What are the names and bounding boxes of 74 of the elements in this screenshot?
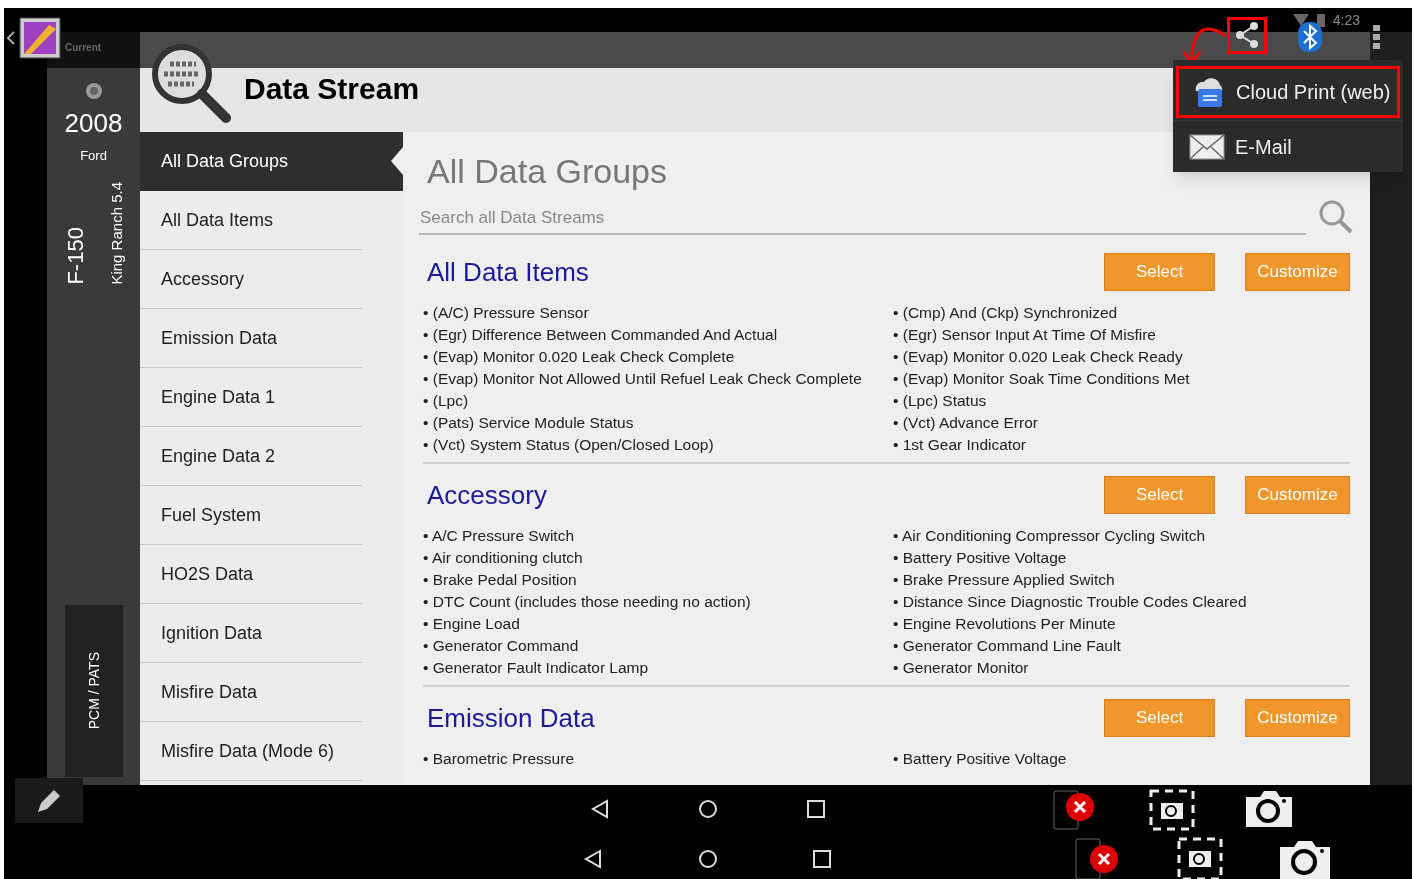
data-item: • (Cmp) And (Ckp) Synchronized (893, 302, 1119, 323)
home-icon[interactable] (698, 799, 718, 819)
picture-thumbnail-icon (19, 17, 61, 59)
data-item: • Brake Pedal Position (423, 569, 578, 590)
module-tab[interactable]: PCM / PATS (65, 605, 123, 777)
section-title: All Data Groups (427, 151, 668, 192)
nav-item[interactable]: Misfire Data (Mode 6) (140, 722, 362, 781)
overflow-menu-icon[interactable] (1372, 24, 1382, 50)
group-title: Emission Data (426, 701, 596, 735)
data-item: • (Lpc) (423, 390, 470, 411)
data-item: • Battery Positive Voltage (893, 547, 1068, 568)
data-item: • Generator Command Line Fault (893, 635, 1122, 656)
data-item: • (Evap) Monitor 0.020 Leak Check Complete (423, 346, 736, 367)
annotation-box (1227, 17, 1267, 54)
data-item: • Engine Revolutions Per Minute (893, 613, 1117, 634)
home-icon[interactable] (698, 849, 718, 869)
recents-icon[interactable] (807, 800, 825, 818)
screenshot-region-icon[interactable] (1149, 789, 1195, 831)
nav-item[interactable]: Emission Data (140, 309, 362, 368)
data-item: • (Pats) Service Module Status (423, 412, 635, 433)
nav-item[interactable]: Fuel System (140, 486, 362, 545)
data-item: • Air Conditioning Compressor Cycling Switch (893, 525, 1207, 546)
nav-item[interactable]: HO2S Data (140, 545, 362, 604)
badge-icon (84, 82, 103, 100)
data-item: • Brake Pressure Applied Switch (893, 569, 1116, 590)
data-item: • (Evap) Monitor Soak Time Conditions Met (893, 368, 1191, 389)
search-field[interactable]: Search all Data Streams (419, 205, 1306, 235)
pencil-button[interactable] (15, 778, 83, 823)
data-item: • Barometric Pressure (423, 748, 575, 769)
recents-icon[interactable] (813, 850, 831, 868)
back-chevron-icon (7, 31, 15, 45)
vehicle-model: F-150 (61, 225, 89, 285)
nav-item[interactable]: All Data Items (140, 191, 362, 250)
data-item: • A/C Pressure Switch (423, 525, 575, 546)
group-title: Accessory (426, 478, 548, 512)
data-item: • (Egr) Sensor Input At Time Of Misfire (893, 324, 1157, 345)
nav-item[interactable]: Engine Data 1 (140, 368, 362, 427)
group-title: All Data Items (426, 255, 590, 289)
vehicle-trim: King Ranch 5.4 (106, 181, 126, 285)
vehicle-year: 2008 (64, 110, 123, 136)
recent-app-label: Current (65, 40, 102, 55)
nav-item[interactable]: Ignition Data (140, 604, 362, 663)
data-item: • (A/C) Pressure Sensor (423, 302, 590, 323)
nav-item[interactable]: All Data Groups (140, 132, 403, 191)
screenshot-region-icon[interactable] (1177, 837, 1223, 879)
page-title: Data Stream (244, 71, 420, 107)
back-icon[interactable] (583, 849, 603, 869)
data-item: • 1st Gear Indicator (893, 434, 1027, 455)
data-item: • Distance Since Diagnostic Trouble Codes Cleared (893, 591, 1248, 612)
data-item: • (Vct) Advance Error (893, 412, 1039, 433)
data-item: • (Egr) Difference Between Commanded And Actual (423, 324, 779, 345)
data-item: • (Evap) Monitor 0.020 Leak Check Ready (893, 346, 1184, 367)
data-item: • DTC Count (includes those needing no action) (423, 591, 752, 612)
wifi-icon (1292, 14, 1309, 26)
data-item: • Generator Fault Indicator Lamp (423, 657, 650, 678)
nav-item[interactable]: Accessory (140, 250, 362, 309)
envelope-icon (1189, 133, 1225, 160)
vehicle-make: Ford (80, 147, 107, 165)
nav-item[interactable]: Engine Data 2 (140, 427, 362, 486)
share-menu-item[interactable]: Cloud Print (web) (1176, 66, 1400, 118)
data-item: • Air conditioning clutch (423, 547, 584, 568)
data-item: • (Evap) Monitor Not Allowed Until Refuel Leak Check Complete (423, 368, 863, 389)
data-item: • (Vct) System Status (Open/Closed Loop) (423, 434, 715, 455)
camera-icon[interactable] (1244, 789, 1294, 829)
data-item: • (Lpc) Status (893, 390, 988, 411)
clock-time: 4:23 (1332, 10, 1360, 30)
data-item: • Battery Positive Voltage (893, 748, 1068, 769)
back-icon[interactable] (590, 799, 610, 819)
nav-item[interactable]: Misfire Data (140, 663, 362, 722)
battery-icon (1316, 13, 1325, 27)
data-item: • Engine Load (423, 613, 521, 634)
data-item: • Generator Monitor (893, 657, 1030, 678)
data-item: • Generator Command (423, 635, 580, 656)
share-menu-item[interactable]: E-Mail (1173, 120, 1403, 172)
